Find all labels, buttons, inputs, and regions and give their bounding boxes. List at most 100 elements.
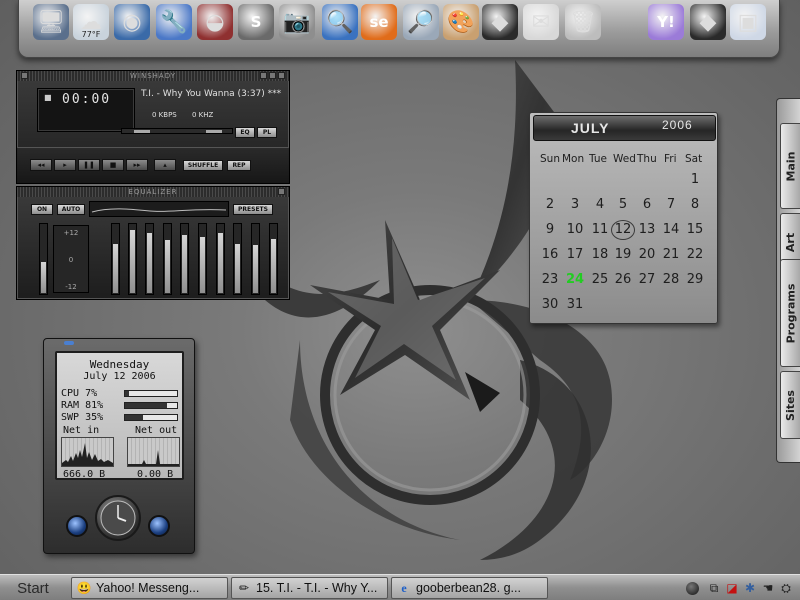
- antivirus-icon[interactable]: ◪: [724, 580, 740, 596]
- calendar-day[interactable]: 25: [588, 272, 612, 287]
- recycle-bin-icon[interactable]: 🗑: [565, 4, 601, 40]
- calendar-day[interactable]: 31: [563, 297, 587, 312]
- player-shade-button[interactable]: [269, 72, 276, 79]
- playlist-toggle-button[interactable]: PL: [257, 127, 277, 138]
- eq-presets-button[interactable]: PRESETS: [233, 204, 273, 215]
- player-minimize-button[interactable]: [260, 72, 267, 79]
- shuffle-button[interactable]: SHUFFLE: [183, 160, 223, 171]
- eject-button[interactable]: ▴: [154, 159, 176, 171]
- eq-band-slider[interactable]: [269, 223, 278, 295]
- eq-toggle-button[interactable]: EQ: [235, 127, 255, 138]
- paint-icon[interactable]: 🎨: [443, 4, 479, 40]
- task-yahoo-messenger[interactable]: 😃 Yahoo! Messeng...: [71, 577, 228, 599]
- disk-icon[interactable]: ◒: [197, 4, 233, 40]
- calendar-day[interactable]: 17: [563, 247, 587, 262]
- eq-on-button[interactable]: ON: [31, 204, 53, 215]
- sidebar-tab-programs[interactable]: Programs: [780, 259, 800, 367]
- sysmon-left-knob[interactable]: [66, 515, 88, 537]
- calendar-day[interactable]: 3: [563, 197, 587, 212]
- media-player-main: WINSHADY ■ 00:00 T.I. - Why You Wanna (3…: [16, 70, 290, 184]
- explorer-window-icon-glyph: ▣: [737, 9, 759, 35]
- messenger-icon[interactable]: ✱: [742, 580, 758, 596]
- calendar-day[interactable]: 16: [538, 247, 562, 262]
- cursor-icon[interactable]: ☚: [760, 580, 776, 596]
- calendar-day[interactable]: 6: [635, 197, 659, 212]
- calendar-day[interactable]: 19: [611, 247, 635, 262]
- player-close-button[interactable]: [278, 72, 285, 79]
- calendar-day[interactable]: 27: [635, 272, 659, 287]
- search-icon[interactable]: 🔎: [403, 4, 439, 40]
- calendar-day[interactable]: 14: [659, 222, 683, 237]
- system-monitor-widget: Wednesday July 12 2006 CPU 7% RAM 81% SW…: [43, 338, 195, 554]
- eq-band-slider[interactable]: [111, 223, 120, 295]
- calendar-day[interactable]: 22: [683, 247, 707, 262]
- sidebar-tab-sites[interactable]: Sites: [780, 371, 800, 439]
- eq-band-slider[interactable]: [216, 223, 225, 295]
- calendar-day[interactable]: 23: [538, 272, 562, 287]
- se-icon[interactable]: se: [361, 4, 397, 40]
- yahoo-messenger-icon[interactable]: Y!: [648, 4, 684, 40]
- previous-button[interactable]: ◂◂: [30, 159, 52, 171]
- play-button[interactable]: ▸: [54, 159, 76, 171]
- repeat-button[interactable]: REP: [227, 160, 251, 171]
- seek-bar[interactable]: [121, 128, 233, 134]
- calendar-highlight-day[interactable]: 24: [563, 272, 587, 287]
- calendar-day[interactable]: 8: [683, 197, 707, 212]
- player-menu-button[interactable]: [21, 72, 28, 79]
- skype-icon[interactable]: S: [238, 4, 274, 40]
- eq-band-slider[interactable]: [180, 223, 189, 295]
- stop-button[interactable]: ■: [102, 159, 124, 171]
- eq-band-slider[interactable]: [198, 223, 207, 295]
- calendar-day[interactable]: 5: [611, 197, 635, 212]
- display-settings-icon[interactable]: 🔍: [322, 4, 358, 40]
- balance-thumb[interactable]: [206, 130, 222, 133]
- eq-band-slider[interactable]: [233, 223, 242, 295]
- eq-auto-button[interactable]: AUTO: [57, 204, 85, 215]
- calendar-day[interactable]: 26: [611, 272, 635, 287]
- safely-remove-icon[interactable]: ⛭: [778, 580, 794, 596]
- calendar-day[interactable]: 11: [588, 222, 612, 237]
- my-computer-icon[interactable]: 🖥: [33, 4, 69, 40]
- next-button[interactable]: ▸▸: [126, 159, 148, 171]
- player-titlebar[interactable]: WINSHADY: [17, 71, 289, 81]
- volume-icon[interactable]: [686, 582, 699, 595]
- calendar-today[interactable]: 12: [611, 220, 635, 240]
- equalizer-close-button[interactable]: [278, 188, 285, 195]
- pause-button[interactable]: ❚❚: [78, 159, 100, 171]
- eq-band-slider[interactable]: [163, 223, 172, 295]
- calendar-day[interactable]: 20: [635, 247, 659, 262]
- network-icon[interactable]: ⧉: [706, 580, 722, 596]
- calendar-day[interactable]: 7: [659, 197, 683, 212]
- calendar-day[interactable]: 2: [538, 197, 562, 212]
- calendar-day[interactable]: 29: [683, 272, 707, 287]
- calendar-day[interactable]: 1: [683, 172, 707, 187]
- calendar-day[interactable]: 10: [563, 222, 587, 237]
- sidebar-tab-main[interactable]: Main: [780, 123, 800, 209]
- calendar-day[interactable]: 18: [588, 247, 612, 262]
- calendar-day[interactable]: 9: [538, 222, 562, 237]
- calendar-day[interactable]: 21: [659, 247, 683, 262]
- start-button[interactable]: Start: [2, 577, 64, 599]
- camera-icon[interactable]: 📷: [279, 4, 315, 40]
- task-media-player[interactable]: ✏ 15. T.I. - T.I. - Why Y...: [231, 577, 388, 599]
- preamp-slider[interactable]: [39, 223, 48, 295]
- sysmon-right-knob[interactable]: [148, 515, 170, 537]
- seek-thumb[interactable]: [134, 130, 150, 133]
- calendar-day[interactable]: 13: [635, 222, 659, 237]
- weather-icon[interactable]: ☁ 77°F: [73, 4, 109, 40]
- equalizer-titlebar[interactable]: EQUALIZER: [17, 187, 289, 197]
- calendar-day[interactable]: 4: [588, 197, 612, 212]
- tools-icon[interactable]: 🔧: [156, 4, 192, 40]
- calendar-day[interactable]: 30: [538, 297, 562, 312]
- mail-icon[interactable]: ✉: [523, 4, 559, 40]
- eq-band-slider[interactable]: [128, 223, 137, 295]
- calendar-day[interactable]: 15: [683, 222, 707, 237]
- explorer-window-icon[interactable]: ▣: [730, 4, 766, 40]
- eq-band-slider[interactable]: [145, 223, 154, 295]
- browser-icon[interactable]: ◉: [114, 4, 150, 40]
- calendar-day[interactable]: 28: [659, 272, 683, 287]
- diamond-icon[interactable]: ◆: [482, 4, 518, 40]
- task-internet-explorer[interactable]: e gooberbean28. g...: [391, 577, 548, 599]
- eq-band-slider[interactable]: [251, 223, 260, 295]
- diamond-icon-2[interactable]: ◆: [690, 4, 726, 40]
